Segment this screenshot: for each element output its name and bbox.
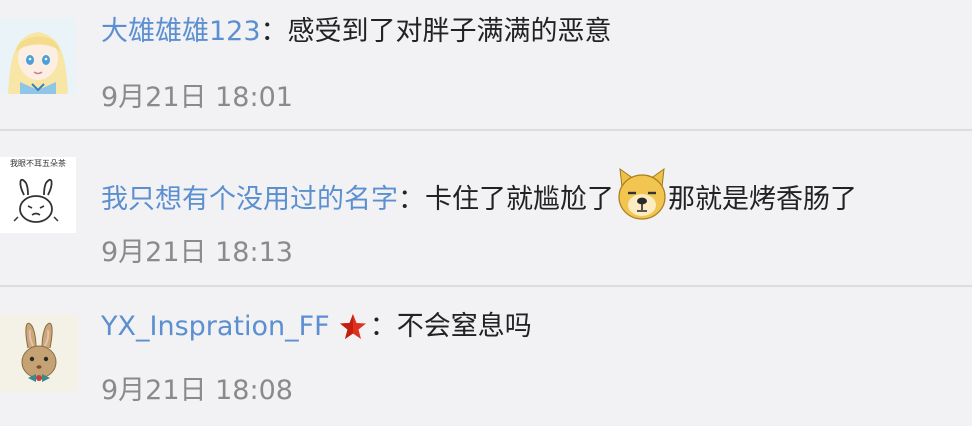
red-star-icon[interactable] (338, 312, 368, 342)
comment-item: 大雄雄雄123 ： 感受到了对胖子满满的恶意 9月21日 18:01 (0, 0, 972, 130)
comment-text: 感受到了对胖子满满的恶意 (287, 16, 612, 47)
avatar-caption: 我眼不耳五朵茶 (10, 159, 66, 168)
separator: ： (260, 16, 288, 47)
username-link[interactable]: 大雄雄雄123 (101, 14, 261, 50)
comment-list: 大雄雄雄123 ： 感受到了对胖子满满的恶意 9月21日 18:01 我眼不耳五… (0, 0, 972, 426)
comment-line: YX_Inspration_FF ： 不会窒息吗 (101, 309, 532, 345)
comment-text: 不会窒息吗 (396, 311, 532, 342)
username-link[interactable]: YX_Inspration_FF (101, 309, 330, 345)
comment-item: 我眼不耳五朵茶 我只想有个没用过的名字 ： 卡住了就尴尬了 那就是烤香肠了 9月… (0, 131, 972, 286)
comment-line: 大雄雄雄123 ： 感受到了对胖子满满的恶意 (101, 14, 612, 50)
comment-text-after: 那就是烤香肠了 (668, 184, 857, 215)
comment-time: 9月21日 18:13 (101, 237, 293, 268)
comment-item: YX_Inspration_FF ： 不会窒息吗 9月21日 18:08 (0, 287, 972, 426)
username-link[interactable]: 我只想有个没用过的名字 (101, 182, 398, 218)
comment-time: 9月21日 18:01 (101, 82, 293, 113)
separator: ： (369, 311, 397, 342)
anime-girl-avatar-icon[interactable] (0, 18, 76, 94)
comment-time: 9月21日 18:08 (101, 375, 293, 406)
separator: ： (398, 184, 425, 215)
comment-text: 卡住了就尴尬了 (425, 184, 614, 215)
comment-line: 我只想有个没用过的名字 ： 卡住了就尴尬了 那就是烤香肠了 (101, 167, 857, 229)
rabbit-sketch-avatar-icon[interactable]: 我眼不耳五朵茶 (0, 157, 76, 233)
doge-emoji-icon (616, 165, 668, 223)
bunny-bowtie-avatar-icon[interactable] (0, 314, 78, 392)
